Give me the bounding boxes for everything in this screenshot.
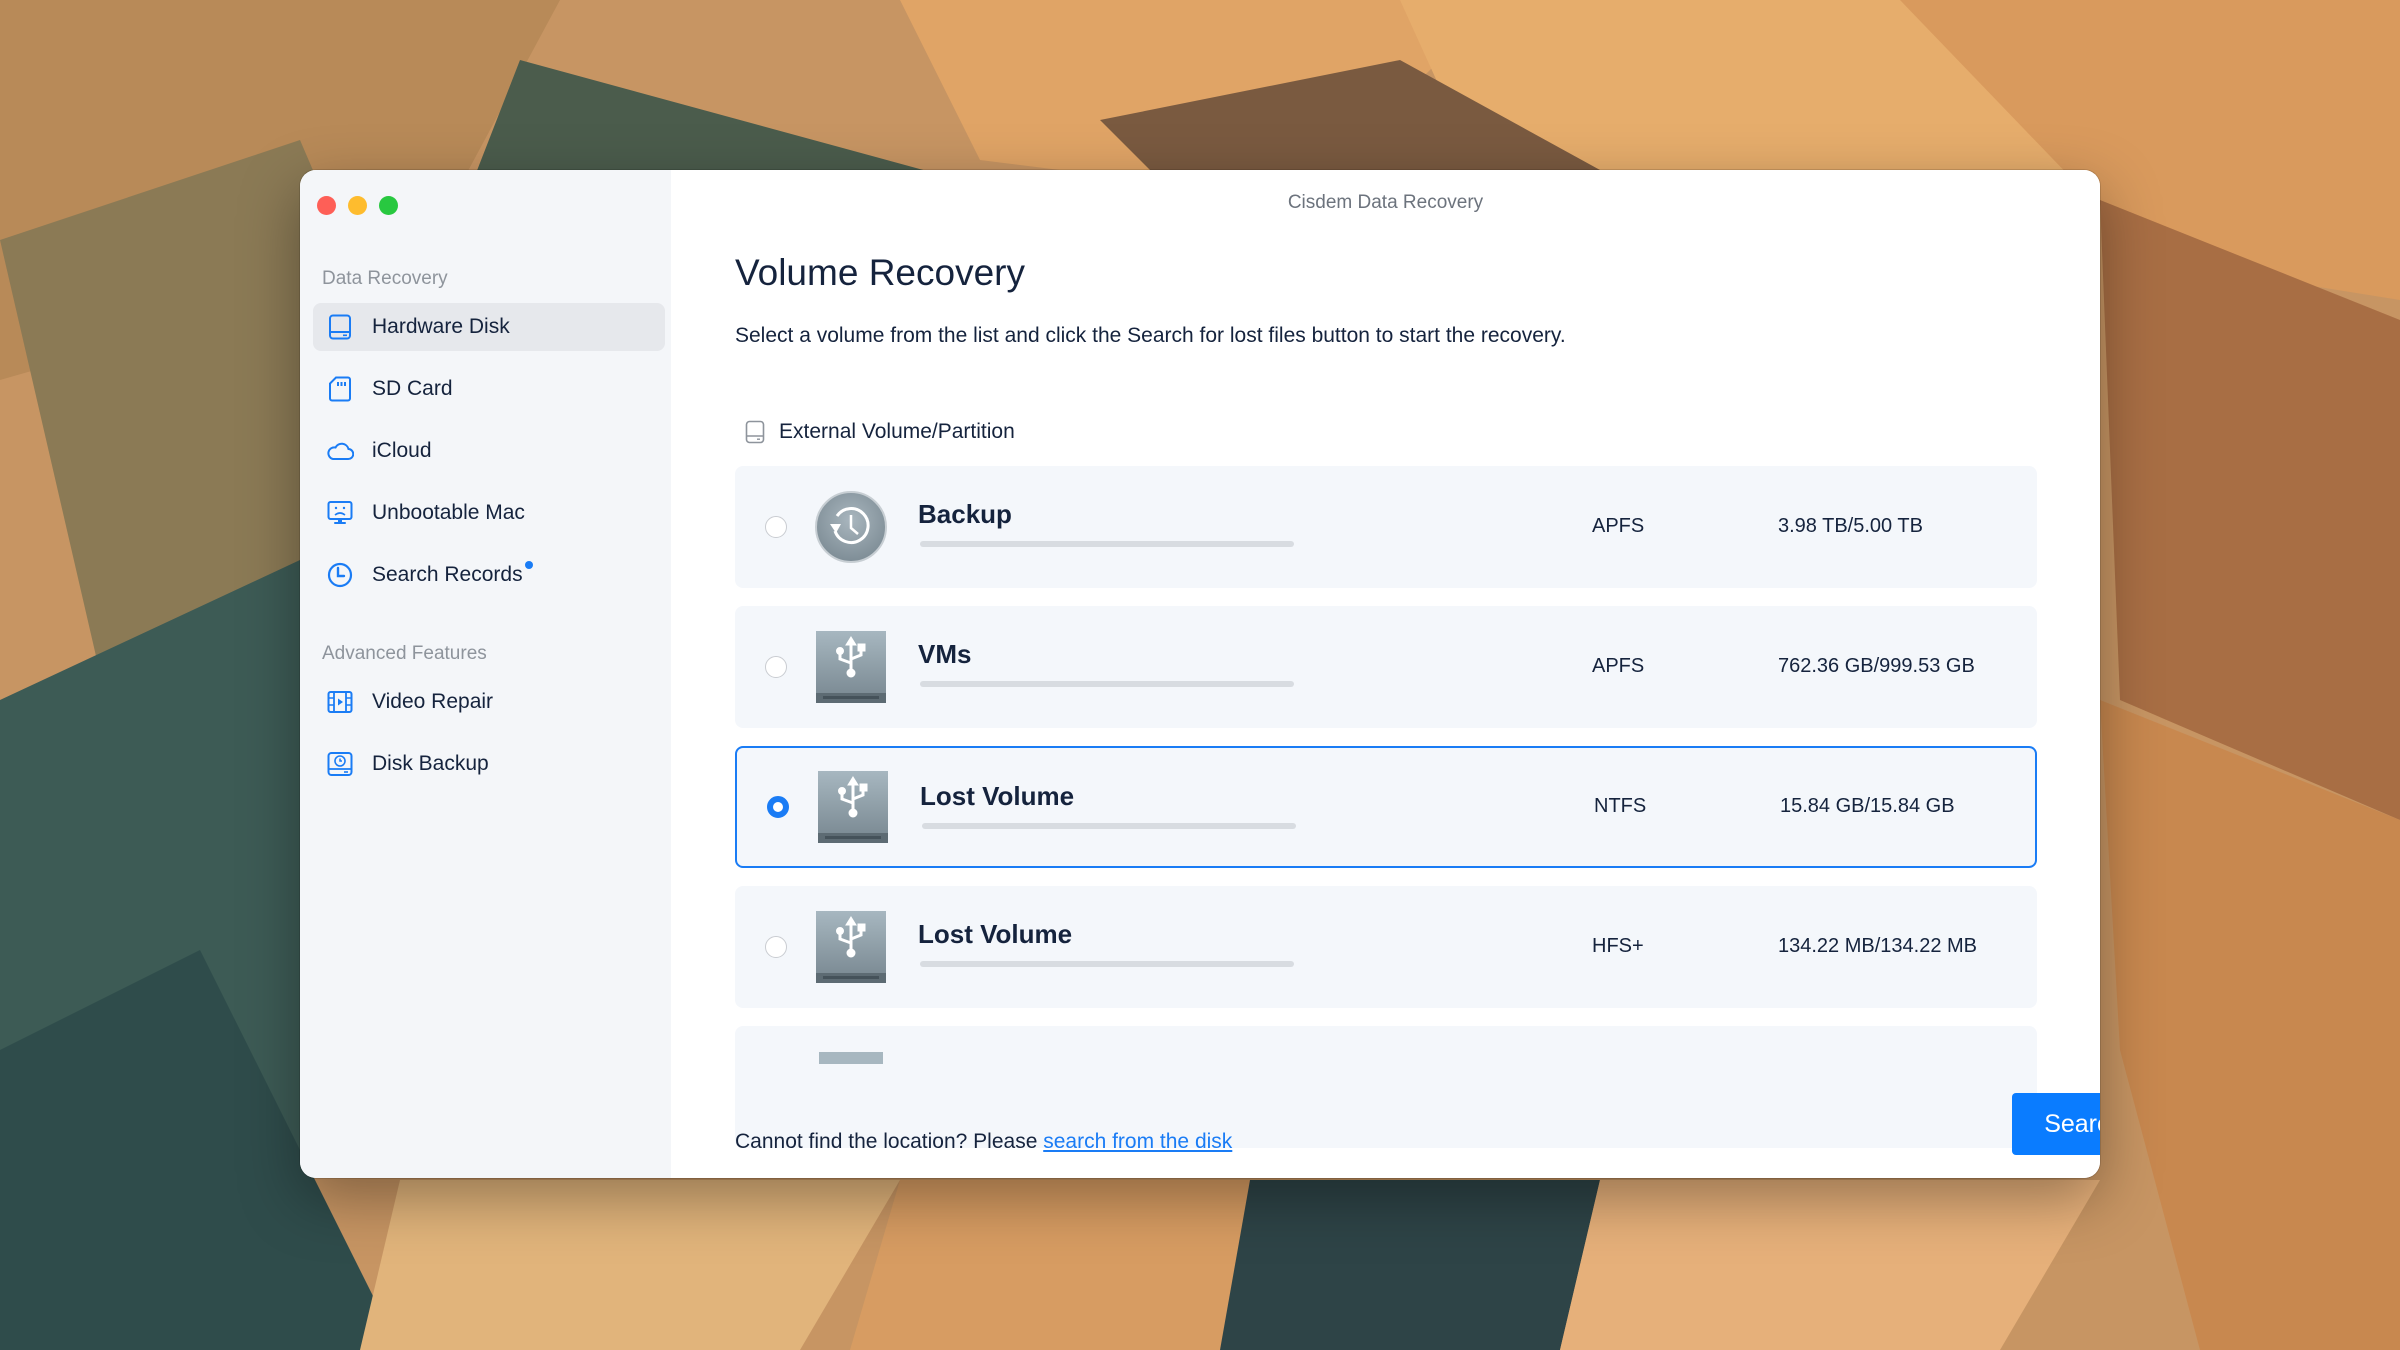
volume-capacity: 762.36 GB/999.53 GB: [1778, 655, 1975, 677]
app-window: Data Recovery Hardware Disk SD Card iClo…: [300, 170, 2100, 1178]
cloud-icon: [326, 437, 354, 465]
volume-capacity: 3.98 TB/5.00 TB: [1778, 515, 1923, 537]
sidebar-item-label: Unbootable Mac: [372, 501, 525, 524]
cta-label: Search for lost files: [2044, 1109, 2100, 1138]
volume-usage-bar: [920, 541, 1294, 547]
footer-prefix: Cannot find the location? Please: [735, 1130, 1044, 1153]
footer-help-text: Cannot find the location? Please search …: [735, 1130, 1232, 1154]
sidebar-item-hardware-disk[interactable]: Hardware Disk: [313, 303, 665, 351]
page-subtitle: Select a volume from the list and click …: [735, 324, 1566, 347]
minimize-window-button[interactable]: [348, 196, 367, 215]
window-title: Cisdem Data Recovery: [1287, 192, 1484, 213]
volume-row[interactable]: Backup APFS 3.98 TB/5.00 TB: [735, 466, 2037, 588]
sidebar-section-advanced-features: Advanced Features: [322, 643, 487, 664]
disk-backup-icon: [326, 750, 354, 778]
volume-usage-bar: [920, 961, 1294, 967]
volume-row[interactable]: Lost Volume HFS+ 134.22 MB/134.22 MB: [735, 886, 2037, 1008]
sidebar-section-data-recovery: Data Recovery: [322, 268, 448, 289]
sidebar-item-label: Video Repair: [372, 690, 494, 713]
volume-name: Lost Volume: [918, 919, 1073, 949]
usb-drive-icon: [815, 769, 891, 845]
main-panel: Cisdem Data Recovery Volume Recovery Sel…: [671, 170, 2100, 1178]
page-title: Volume Recovery: [735, 252, 1025, 293]
volume-name: VMs: [918, 639, 972, 669]
usb-drive-icon: [813, 629, 889, 705]
sd-card-icon: [326, 375, 354, 403]
volume-name: Backup: [918, 499, 1012, 529]
video-film-icon: [326, 688, 354, 716]
search-from-disk-link[interactable]: search from the disk: [1043, 1130, 1232, 1153]
sidebar-item-label: Search Records: [372, 563, 523, 586]
volume-filesystem: APFS: [1592, 515, 1645, 537]
volume-row-selected[interactable]: Lost Volume NTFS 15.84 GB/15.84 GB: [735, 746, 2037, 868]
volume-filesystem: APFS: [1592, 655, 1645, 677]
sidebar-item-disk-backup[interactable]: Disk Backup: [313, 740, 665, 788]
new-records-badge-dot: [524, 561, 533, 569]
usb-drive-icon: [813, 909, 889, 985]
volume-radio[interactable]: [765, 516, 787, 538]
usb-drive-icon: [819, 1052, 883, 1064]
volume-usage-bar: [922, 823, 1296, 829]
volume-list: Backup APFS 3.98 TB/5.00 TB VMs APFS 762…: [735, 466, 2037, 1178]
volume-usage-bar: [920, 681, 1294, 687]
volume-capacity: 15.84 GB/15.84 GB: [1780, 795, 1955, 817]
volume-capacity: 134.22 MB/134.22 MB: [1778, 935, 1978, 957]
volume-filesystem: HFS+: [1592, 935, 1644, 957]
window-controls: [317, 196, 398, 215]
zoom-window-button[interactable]: [379, 196, 398, 215]
sidebar-item-label: iCloud: [372, 439, 432, 462]
sidebar-item-sd-card[interactable]: SD Card: [313, 365, 665, 413]
close-window-button[interactable]: [317, 196, 336, 215]
volume-radio[interactable]: [765, 656, 787, 678]
unbootable-mac-icon: [326, 499, 354, 527]
sidebar-item-search-records[interactable]: Search Records: [313, 551, 665, 599]
volume-name: Lost Volume: [920, 781, 1075, 811]
sidebar-item-label: Disk Backup: [372, 752, 489, 775]
sidebar-item-label: Hardware Disk: [372, 315, 510, 338]
sidebar-item-icloud[interactable]: iCloud: [313, 427, 665, 475]
hard-disk-icon: [326, 313, 354, 341]
volume-row[interactable]: VMs APFS 762.36 GB/999.53 GB: [735, 606, 2037, 728]
volume-filesystem: NTFS: [1594, 795, 1647, 817]
volume-radio-selected[interactable]: [767, 796, 789, 818]
search-for-lost-files-button[interactable]: Search for lost files: [2012, 1093, 2100, 1155]
section-label: External Volume/Partition: [779, 420, 1015, 443]
external-drive-icon: [745, 420, 765, 444]
clock-icon: [326, 561, 354, 589]
sidebar-item-label: SD Card: [372, 377, 453, 400]
sidebar-item-video-repair[interactable]: Video Repair: [313, 678, 665, 726]
volume-radio[interactable]: [765, 936, 787, 958]
time-machine-icon: [813, 489, 889, 565]
sidebar: Data Recovery Hardware Disk SD Card iClo…: [300, 170, 671, 1178]
external-volume-section-header: External Volume/Partition: [745, 420, 1015, 444]
sidebar-item-unbootable-mac[interactable]: Unbootable Mac: [313, 489, 665, 537]
